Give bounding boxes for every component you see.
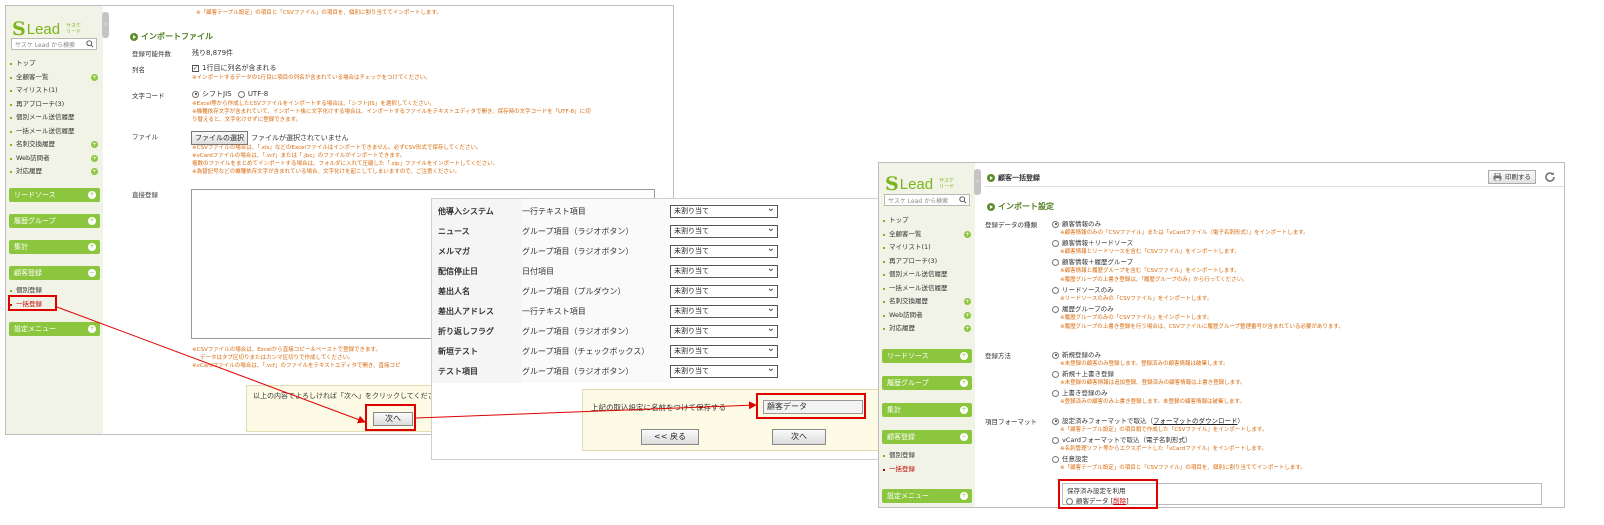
arrow-next-to-save	[415, 401, 757, 419]
arrow-bulk-to-next	[56, 306, 366, 424]
flow-arrows	[56, 306, 757, 424]
